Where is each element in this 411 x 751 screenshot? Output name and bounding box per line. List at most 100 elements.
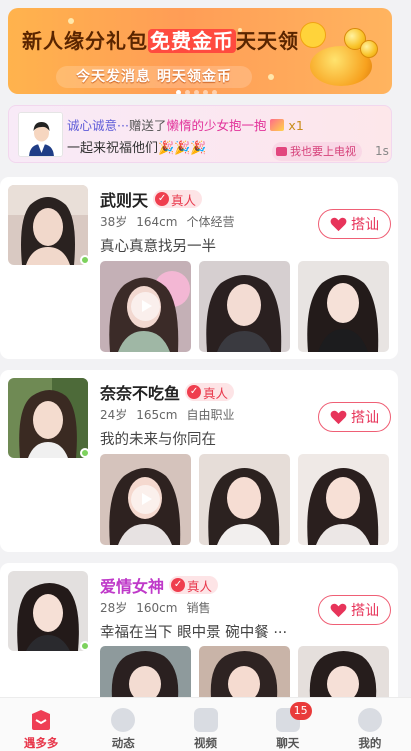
profile-job: 自由职业 xyxy=(186,408,235,422)
profile-height: 160cm xyxy=(136,601,178,615)
profile-name-vip[interactable]: 爱情女神 xyxy=(100,573,164,597)
page-dot-active xyxy=(176,90,181,94)
name-row: 武则天 ✓ 真人 xyxy=(100,187,203,211)
profile-avatar[interactable] xyxy=(8,185,88,265)
verified-label: 真人 xyxy=(187,578,213,594)
profile-meta: 24岁 165cm 自由职业 xyxy=(100,406,244,423)
promo-banner[interactable]: 新人缘分礼包 免费金币 天天领 今天发消息 明天领金币 xyxy=(8,8,392,94)
tab-video[interactable]: 视频 xyxy=(164,698,246,751)
tab-label: 聊天 xyxy=(276,736,300,750)
profile-age: 38岁 xyxy=(100,215,128,229)
tab-chat[interactable]: 15 聊天 xyxy=(247,698,329,751)
banner-page-indicator xyxy=(176,90,217,94)
profile-photo[interactable] xyxy=(100,646,191,698)
tv-icon xyxy=(276,147,287,156)
profile-bio: 幸福在当下 眼中景 碗中餐 ··· xyxy=(100,625,288,641)
verified-label: 真人 xyxy=(171,192,197,208)
page-dot xyxy=(212,90,217,94)
profile-photo[interactable] xyxy=(199,646,290,698)
verified-seal-icon: ✓ xyxy=(187,385,202,399)
profile-card[interactable]: 奈奈不吃鱼 ✓ 真人 24岁 165cm 自由职业 我的未来与你同在 搭讪 xyxy=(0,370,398,552)
greet-button[interactable]: 搭讪 xyxy=(318,402,391,432)
photo-strip xyxy=(100,646,389,698)
gold-coins-illustration xyxy=(300,22,384,86)
online-status-dot xyxy=(80,448,90,458)
profile-photo[interactable] xyxy=(298,646,389,698)
profile-age: 28岁 xyxy=(100,601,128,615)
tab-home[interactable]: 遇多多 xyxy=(0,698,82,751)
gift-count: x1 xyxy=(288,118,304,133)
greet-label: 搭讪 xyxy=(351,603,379,619)
heart-icon xyxy=(330,217,347,231)
profile-job: 个体经营 xyxy=(186,215,235,229)
profile-meta: 38岁 164cm 个体经营 xyxy=(100,213,244,230)
tv-button[interactable]: 我也要上电视 xyxy=(272,142,362,161)
tab-label: 遇多多 xyxy=(23,736,59,750)
sparkle-decoration xyxy=(68,18,74,24)
verified-seal-icon: ✓ xyxy=(171,578,186,592)
sparkle-decoration xyxy=(268,74,274,80)
verified-badge: ✓ 真人 xyxy=(185,383,235,401)
greet-label: 搭讪 xyxy=(351,410,379,426)
unread-badge: 15 xyxy=(289,702,312,720)
gift-icon xyxy=(270,119,285,131)
profile-bio: 我的未来与你同在 xyxy=(100,432,216,448)
profile-video-thumbnail[interactable] xyxy=(100,454,191,545)
banner-title: 新人缘分礼包 免费金币 天天领 xyxy=(22,25,299,54)
heart-eyes-emoji-icon xyxy=(300,22,326,48)
profile-avatar[interactable] xyxy=(8,571,88,651)
profile-icon xyxy=(357,708,382,732)
profile-card[interactable]: 武则天 ✓ 真人 38岁 164cm 个体经营 真心真意找另一半 搭讪 xyxy=(0,177,398,359)
profile-photo[interactable] xyxy=(298,454,389,545)
profile-video-thumbnail[interactable] xyxy=(100,261,191,352)
profile-height: 164cm xyxy=(136,215,178,229)
online-status-dot xyxy=(80,255,90,265)
tv-button-label: 我也要上电视 xyxy=(290,145,356,158)
page-dot xyxy=(185,90,190,94)
play-icon xyxy=(131,485,160,514)
profile-height: 165cm xyxy=(136,408,178,422)
photo-strip xyxy=(100,261,389,352)
gift-action-text: 赠送了 xyxy=(128,118,167,133)
banner-subtitle: 今天发消息 明天领金币 xyxy=(56,66,252,88)
name-row: 奈奈不吃鱼 ✓ 真人 xyxy=(100,380,235,404)
gift-target-name[interactable]: 懒惰的少女抱一抱 xyxy=(166,118,266,133)
gift-sender-name[interactable]: 诚心诚意··· xyxy=(67,118,129,133)
home-icon xyxy=(29,708,53,732)
page-dot xyxy=(203,90,208,94)
profile-photo[interactable] xyxy=(298,261,389,352)
photo-strip xyxy=(100,454,389,545)
banner-title-highlight: 免费金币 xyxy=(148,29,236,53)
profile-meta: 28岁 160cm 销售 xyxy=(100,599,220,616)
verified-label: 真人 xyxy=(203,385,229,401)
banner-title-part1: 新人缘分礼包 xyxy=(22,29,148,53)
tab-moments[interactable]: 动态 xyxy=(82,698,164,751)
tab-profile[interactable]: 我的 xyxy=(329,698,411,751)
tab-label: 我的 xyxy=(358,736,382,750)
heart-icon xyxy=(330,410,347,424)
banner-title-part2: 天天领 xyxy=(236,29,299,53)
profile-photo[interactable] xyxy=(199,454,290,545)
bottom-tab-bar: 遇多多 动态 视频 15 聊天 我的 xyxy=(0,697,411,751)
play-icon xyxy=(131,292,160,321)
profile-photo[interactable] xyxy=(199,261,290,352)
profile-avatar[interactable] xyxy=(8,378,88,458)
page-dot xyxy=(194,90,199,94)
tab-label: 动态 xyxy=(111,736,135,750)
name-row: 爱情女神 ✓ 真人 xyxy=(100,573,219,597)
gift-notice-line1: 诚心诚意···赠送了懒惰的少女抱一抱 x1 xyxy=(67,115,304,134)
greet-label: 搭讪 xyxy=(351,217,379,233)
gift-notice-line2: 一起来祝福他们🎉🎉🎉 xyxy=(67,141,207,156)
profile-name[interactable]: 武则天 xyxy=(100,187,148,211)
profile-bio: 真心真意找另一半 xyxy=(100,239,216,255)
greet-button[interactable]: 搭讪 xyxy=(318,209,391,239)
notice-timer: 1s xyxy=(375,144,389,158)
moments-icon xyxy=(111,708,136,732)
greet-button[interactable]: 搭讪 xyxy=(318,595,391,625)
gift-notice[interactable]: 诚心诚意···赠送了懒惰的少女抱一抱 x1 一起来祝福他们🎉🎉🎉 我也要上电视 … xyxy=(8,105,392,163)
profile-name[interactable]: 奈奈不吃鱼 xyxy=(100,380,180,404)
profile-job: 销售 xyxy=(186,601,211,615)
gift-sender-avatar[interactable] xyxy=(18,112,63,157)
video-icon xyxy=(193,708,218,732)
coin-icon xyxy=(360,40,378,58)
